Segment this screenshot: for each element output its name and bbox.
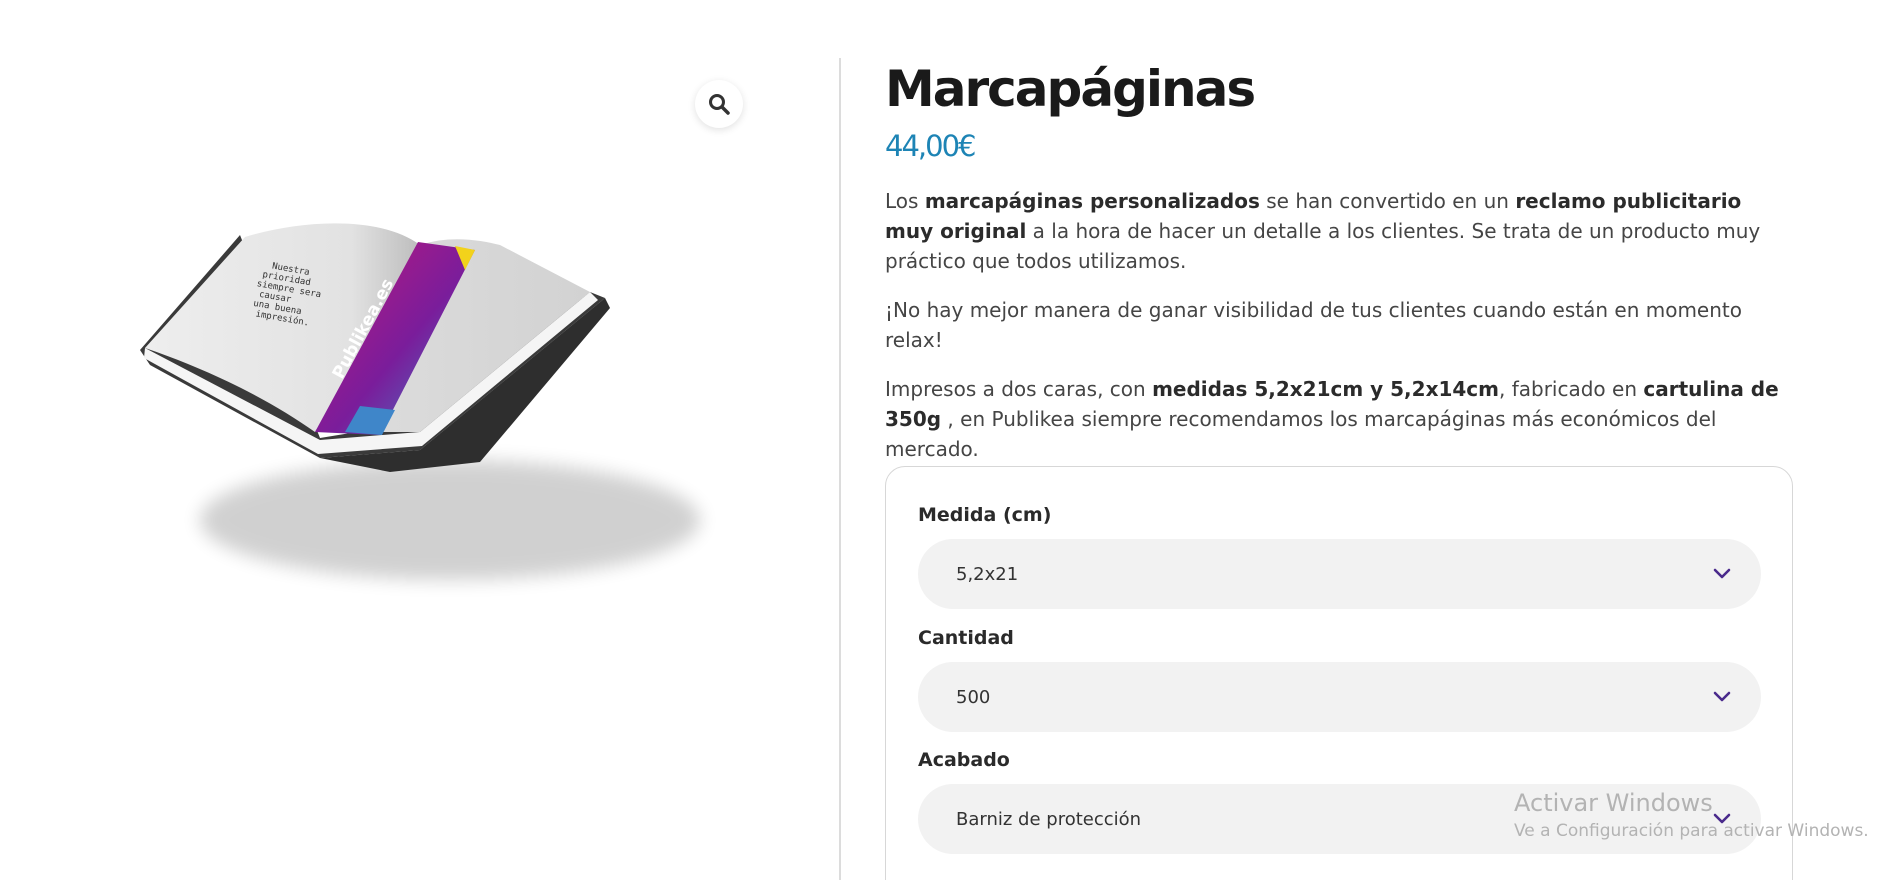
product-description: Los marcapáginas personalizados se han c… [885, 186, 1795, 464]
chevron-down-icon [1713, 691, 1731, 702]
chevron-down-icon [1713, 568, 1731, 579]
cantidad-value: 500 [956, 686, 991, 708]
zoom-button[interactable] [695, 80, 743, 128]
search-icon [709, 94, 730, 115]
description-paragraph: ¡No hay mejor manera de ganar visibilida… [885, 298, 1742, 352]
product-summary: Marcapáginas 44,00€ Los marcapáginas per… [885, 58, 1795, 483]
watermark-title: Activar Windows [1514, 789, 1713, 817]
product-price: 44,00€ [885, 129, 976, 163]
product-title: Marcapáginas [885, 60, 1256, 118]
product-gallery: Publikea.es Nuestra prioridad siempre se… [0, 0, 840, 880]
text: Impresos a dos caras, con [885, 377, 1153, 401]
medida-select[interactable]: 5,2x21 [918, 539, 1761, 609]
description-paragraph: Los marcapáginas personalizados se han c… [885, 186, 1795, 276]
acabado-label: Acabado [918, 749, 1010, 771]
watermark-subtitle: Ve a Configuración para activar Windows. [1514, 821, 1869, 841]
text: , fabricado en [1499, 377, 1644, 401]
bold-text: marcapáginas personalizados [924, 189, 1260, 213]
windows-activation-watermark: Activar Windows Ve a Configuración para … [1514, 788, 1869, 844]
description-paragraph: Impresos a dos caras, con medidas 5,2x21… [885, 374, 1795, 464]
medida-label: Medida (cm) [918, 504, 1052, 526]
text: se han convertido en un [1259, 189, 1516, 213]
cantidad-select[interactable]: 500 [918, 662, 1761, 732]
medida-value: 5,2x21 [956, 563, 1019, 585]
cantidad-label: Cantidad [918, 627, 1014, 649]
bold-text: medidas 5,2x21cm y 5,2x14cm [1152, 377, 1499, 401]
column-divider [839, 58, 841, 880]
text: , en Publikea siempre recomendamos los m… [885, 407, 1717, 461]
product-image[interactable]: Publikea.es Nuestra prioridad siempre se… [120, 200, 740, 620]
text: Los [885, 189, 925, 213]
